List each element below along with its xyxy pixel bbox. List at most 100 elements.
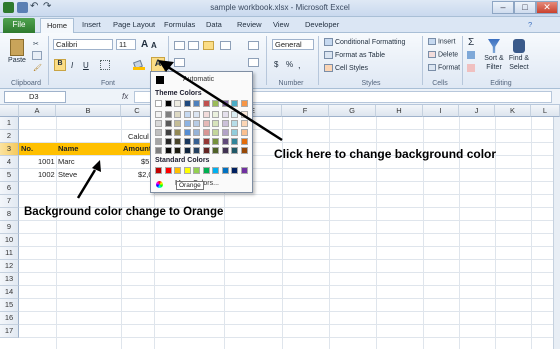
cell-b5[interactable]: Steve [58,169,77,181]
maximize-button[interactable]: □ [514,1,536,14]
align-bottom-icon[interactable] [203,41,214,50]
row-header-16[interactable]: 16 [0,312,19,325]
theme-shade-swatch[interactable] [193,129,200,136]
theme-shade-swatch[interactable] [240,111,248,118]
col-header-l[interactable]: L [531,105,560,117]
standard-color-swatch[interactable] [221,167,229,174]
tab-file[interactable]: File [3,18,35,33]
row-header-13[interactable]: 13 [0,273,19,286]
theme-color-swatch[interactable] [193,100,200,107]
standard-color-swatch[interactable] [240,167,248,174]
grow-font-button[interactable]: A [140,38,149,51]
cell-b3[interactable]: Name [58,143,78,155]
theme-color-swatch[interactable] [231,100,238,107]
theme-color-swatch[interactable] [183,100,191,107]
font-color-button[interactable]: A [151,57,165,72]
find-select-button[interactable]: Find & Select [507,38,531,73]
percent-button[interactable]: % [285,59,294,70]
col-header-g[interactable]: G [329,105,376,117]
row-header-10[interactable]: 10 [0,234,19,247]
cell-b4[interactable]: Marc [58,156,75,168]
theme-shade-swatch[interactable] [193,111,200,118]
name-box[interactable]: D3 [4,91,66,103]
clear-icon[interactable] [467,64,475,72]
theme-color-swatch[interactable] [202,100,210,107]
fill-icon[interactable] [467,51,475,59]
theme-shade-swatch[interactable] [164,129,172,136]
theme-shade-swatch[interactable] [155,120,162,127]
theme-shade-swatch[interactable] [221,111,229,118]
theme-shade-swatch[interactable] [183,120,191,127]
theme-shade-swatch[interactable] [164,120,172,127]
automatic-option[interactable]: Automatic [153,74,250,87]
borders-icon[interactable] [100,60,110,70]
theme-shade-swatch[interactable] [212,138,219,145]
theme-shade-swatch[interactable] [193,138,200,145]
theme-shade-swatch[interactable] [221,120,229,127]
row-header-12[interactable]: 12 [0,260,19,273]
row-header-15[interactable]: 15 [0,299,19,312]
row-header-11[interactable]: 11 [0,247,19,260]
row-header-8[interactable]: 8 [0,208,19,221]
theme-shade-swatch[interactable] [174,129,181,136]
cell-a3[interactable]: No. [21,143,33,155]
col-header-f[interactable]: F [282,105,329,117]
font-size-combo[interactable]: 11 [116,39,136,50]
row-header-9[interactable]: 9 [0,221,19,234]
theme-shade-swatch[interactable] [183,138,191,145]
minimize-button[interactable]: – [492,1,514,14]
sort-filter-button[interactable]: Sort & Filter [483,38,505,73]
theme-color-swatch[interactable] [174,100,181,107]
font-name-combo[interactable]: Calibri [53,39,113,50]
theme-shade-swatch[interactable] [202,120,210,127]
format-as-table-button[interactable]: Format as Table [323,50,386,60]
fill-color-button[interactable] [132,59,146,71]
theme-shade-swatch[interactable] [231,147,238,154]
italic-button[interactable]: I [70,60,74,71]
cell-a4[interactable]: 1001 [38,156,55,168]
underline-button[interactable]: U [82,60,90,71]
theme-shade-swatch[interactable] [155,129,162,136]
theme-shade-swatch[interactable] [155,111,162,118]
theme-shade-swatch[interactable] [212,120,219,127]
theme-color-swatch[interactable] [155,100,162,107]
select-all-corner[interactable] [0,105,19,117]
row-header-2[interactable]: 2 [0,130,19,143]
theme-shade-swatch[interactable] [183,147,191,154]
cell-styles-button[interactable]: Cell Styles [323,63,369,73]
autosum-button[interactable]: Σ [467,36,475,49]
theme-shade-swatch[interactable] [240,129,248,136]
standard-color-swatch[interactable] [202,167,210,174]
standard-color-swatch[interactable] [183,167,191,174]
theme-color-swatch[interactable] [240,100,248,107]
theme-color-swatch[interactable] [221,100,229,107]
standard-color-swatch[interactable] [212,167,219,174]
theme-shade-swatch[interactable] [164,111,172,118]
theme-shade-swatch[interactable] [202,147,210,154]
theme-shade-swatch[interactable] [221,147,229,154]
theme-shade-swatch[interactable] [174,147,181,154]
paste-button[interactable]: Paste [6,37,28,73]
merge-center-icon[interactable] [248,58,259,67]
theme-shade-swatch[interactable] [212,147,219,154]
tab-formulas[interactable]: Formulas [164,20,195,29]
tab-page-layout[interactable]: Page Layout [113,20,155,29]
orange-color-swatch[interactable] [174,167,181,174]
theme-shade-swatch[interactable] [231,111,238,118]
row-header-17[interactable]: 17 [0,325,19,338]
col-header-k[interactable]: K [495,105,531,117]
cell-c3[interactable]: Amount [123,143,151,155]
standard-color-swatch[interactable] [155,167,162,174]
orientation-icon[interactable] [220,41,231,50]
row-header-6[interactable]: 6 [0,182,19,195]
standard-color-swatch[interactable] [193,167,200,174]
col-header-h[interactable]: H [376,105,423,117]
wrap-text-icon[interactable] [248,41,259,50]
row-header-3[interactable]: 3 [0,143,19,156]
col-header-j[interactable]: J [459,105,495,117]
theme-shade-swatch[interactable] [202,111,210,118]
theme-shade-swatch[interactable] [231,138,238,145]
copy-icon[interactable] [32,51,42,60]
col-header-a[interactable]: A [19,105,56,117]
tab-insert[interactable]: Insert [82,20,101,29]
